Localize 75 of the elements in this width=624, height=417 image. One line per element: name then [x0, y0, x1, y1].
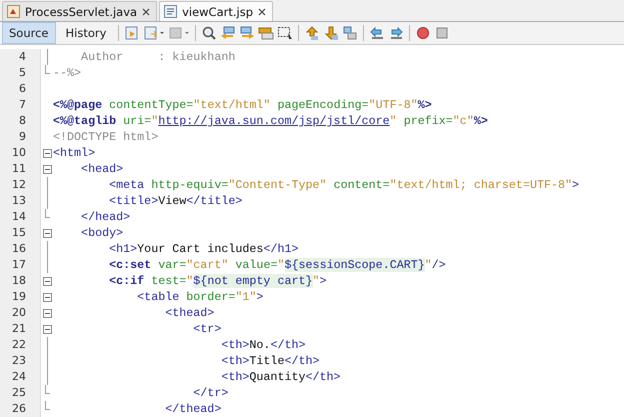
- code-line: <h1>Your Cart includes</h1>: [108, 242, 298, 256]
- search-icon[interactable]: [201, 25, 218, 41]
- record-icon[interactable]: [415, 25, 432, 41]
- line-number: 4: [18, 49, 27, 65]
- find-previous-icon[interactable]: [220, 25, 236, 41]
- code-line: <tr>: [192, 322, 222, 336]
- line-number: 9: [18, 129, 27, 145]
- java-file-icon: [7, 5, 20, 18]
- code-line: <thead>: [164, 306, 214, 320]
- line-number: 15: [11, 225, 27, 241]
- line-number: 7: [18, 97, 27, 113]
- selection-icon[interactable]: [277, 25, 294, 41]
- code-line: <th>Title</th>: [220, 354, 320, 368]
- shift-left-icon[interactable]: [369, 25, 386, 41]
- code-line: </thead>: [164, 402, 222, 416]
- fold-guide-line: [46, 49, 48, 65]
- line-number: 8: [18, 113, 27, 129]
- code-line: <th>No.</th>: [220, 338, 306, 352]
- code-line: <c:set var="cart" value="${sessionScope.CART}"/>: [108, 258, 446, 272]
- next-bookmark-icon[interactable]: [323, 25, 340, 41]
- stop-icon[interactable]: [434, 25, 450, 41]
- fold-toggle-icon[interactable]: [42, 228, 52, 238]
- line-number: 26: [11, 401, 27, 417]
- line-number: 17: [11, 257, 27, 273]
- code-line: Author : kieukhanh: [80, 50, 236, 64]
- code-line: <title>View</title>: [108, 194, 242, 208]
- line-number: 11: [11, 161, 27, 177]
- line-number: 21: [11, 321, 27, 337]
- line-number: 22: [11, 337, 27, 353]
- view-toggle-button[interactable]: History: [58, 22, 114, 44]
- fold-toggle-icon[interactable]: [42, 324, 52, 334]
- highlight-icon[interactable]: [258, 25, 274, 41]
- fold-toggle-icon[interactable]: [42, 276, 52, 286]
- line-number: 10: [11, 145, 27, 161]
- code-line: <table border="1">: [136, 290, 264, 304]
- code-line: <html>: [53, 146, 96, 160]
- code-line: </tr>: [192, 386, 228, 400]
- fold-toggle-icon[interactable]: [42, 292, 52, 302]
- code-line: </head>: [80, 210, 130, 224]
- code-line: <head>: [80, 162, 124, 176]
- tab-label: ProcessServlet.java: [25, 4, 138, 18]
- find-next-icon[interactable]: [239, 25, 256, 41]
- line-number: 5: [18, 65, 27, 81]
- jsp-file-icon: [164, 5, 178, 18]
- file-tab[interactable]: ProcessServlet.java: [2, 1, 158, 21]
- line-number: 24: [11, 369, 27, 385]
- code-line: <c:if test="${not empty cart}">: [108, 274, 327, 288]
- line-number: 16: [11, 241, 27, 257]
- line-number: 20: [11, 305, 27, 321]
- line-number: 12: [11, 177, 27, 193]
- line-number: 25: [11, 385, 27, 401]
- line-number: 13: [11, 193, 27, 209]
- fold-toggle-icon[interactable]: [42, 148, 52, 158]
- code-line: <%@taglib uri="http://java.sun.com/jsp/jstl/core" prefix="c"%>: [53, 114, 488, 128]
- code-line: --%>: [53, 66, 82, 80]
- code-line: <!DOCTYPE html>: [53, 130, 158, 144]
- toggle-bookmark-icon[interactable]: [342, 25, 358, 41]
- tab-label: viewCart.jsp: [182, 4, 254, 18]
- code-line: <%@page contentType="text/html" pageEncoding="UTF-8"%>: [53, 98, 432, 112]
- line-number: 23: [11, 353, 27, 369]
- close-icon[interactable]: [142, 8, 150, 16]
- line-number: 18: [11, 273, 27, 289]
- fold-toggle-icon[interactable]: [42, 308, 52, 318]
- close-icon[interactable]: [258, 8, 266, 16]
- code-line: <meta http-equiv="Content-Type" content="text/html; charset=UTF-8">: [108, 178, 580, 192]
- previous-bookmark-icon[interactable]: [304, 25, 320, 41]
- code-line: <th>Quantity</th>: [220, 370, 341, 384]
- line-number: 14: [11, 209, 27, 225]
- line-number: 19: [11, 289, 27, 305]
- fold-toggle-icon[interactable]: [42, 164, 52, 174]
- file-tab[interactable]: viewCart.jsp: [159, 1, 274, 21]
- shift-right-icon[interactable]: [388, 25, 404, 41]
- code-line: <body>: [80, 226, 124, 240]
- view-toggle-button[interactable]: Source: [2, 22, 56, 44]
- line-number: 6: [18, 81, 27, 97]
